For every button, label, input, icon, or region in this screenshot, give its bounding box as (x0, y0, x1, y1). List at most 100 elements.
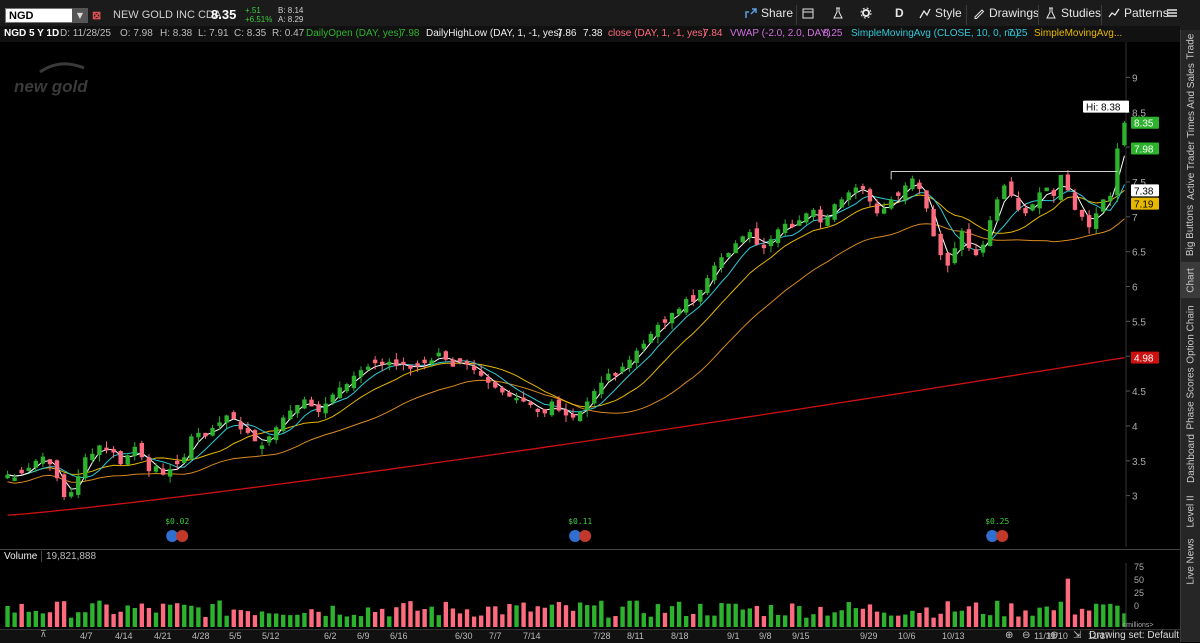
patterns-button[interactable]: Patterns (1108, 6, 1169, 24)
aggregation-button[interactable]: D (895, 6, 904, 24)
candle-body (111, 448, 116, 453)
volume-bar (775, 614, 781, 627)
volume-bar (577, 602, 583, 627)
candle-body (1072, 192, 1078, 210)
change-value: +.51 (245, 6, 261, 15)
dock-tab-option-chain[interactable]: Option Chain (1181, 304, 1200, 364)
volume-bar (634, 600, 639, 627)
volume-header: Volume 19,821,888 (0, 549, 1180, 564)
candle-body (337, 387, 342, 399)
study-daily-highlow[interactable]: DailyHighLow (DAY, 1, -1, yes) (426, 28, 562, 39)
dock-tab-label: Big Buttons (1185, 204, 1197, 256)
candle-body (549, 401, 555, 416)
candle-body (1086, 215, 1092, 228)
volume-bar (797, 606, 802, 627)
date-tick-label: 7/7 (489, 631, 502, 641)
volume-bar (549, 604, 555, 627)
share-icon (745, 8, 757, 18)
settings-button[interactable] (860, 6, 876, 24)
studies-button[interactable]: Studies (1045, 6, 1101, 24)
candle-body (867, 189, 873, 202)
alert-icon[interactable]: ⊠ (92, 9, 101, 22)
style-button[interactable]: Style (919, 6, 962, 24)
dock-tab-dashboard[interactable]: Dashboard (1181, 432, 1200, 484)
volume-bar (924, 607, 929, 627)
study-sma-second[interactable]: SimpleMovingAvg... (1034, 28, 1122, 39)
candle-body (288, 410, 293, 420)
volume-bar (210, 604, 215, 627)
dividend-label: $0.11 (568, 517, 592, 526)
volume-bar (1044, 606, 1049, 627)
candle-body (938, 233, 943, 256)
study-sma10[interactable]: SimpleMovingAvg (CLOSE, 10, 0, no) (851, 28, 1019, 39)
zoom-in-icon[interactable]: ⊕ (1005, 630, 1013, 641)
sma-10-line (7, 184, 1125, 479)
bid-ask: B: 8.14 A: 8.29 (278, 6, 303, 24)
scroll-left-icon[interactable]: ⊼ (40, 630, 47, 640)
dock-tab-times-and-sales[interactable]: Times And Sales (1181, 63, 1200, 138)
candle-body (747, 232, 752, 238)
candle-body (563, 409, 569, 416)
candle-body (175, 460, 180, 465)
share-button[interactable]: Share (745, 6, 793, 24)
zoom-out-icon[interactable]: ⊖ (1022, 630, 1030, 641)
candle-body (217, 422, 222, 426)
candle-body (90, 453, 95, 461)
drawings-label: Drawings (989, 6, 1040, 20)
dock-tab-chart[interactable]: Chart (1181, 262, 1200, 298)
dock-tab-phase-scores[interactable]: Phase Scores (1181, 367, 1200, 429)
candle-body (281, 417, 286, 431)
price-chart[interactable]: new gold $0.02$0.11$0.25 33.544.555.566.… (0, 42, 1180, 547)
candle-body (259, 445, 265, 449)
volume-bar (125, 605, 130, 627)
candle-body (768, 239, 774, 247)
dock-tab-live-news[interactable]: Live News (1181, 538, 1200, 584)
volume-bar (54, 601, 60, 627)
candle-body (676, 308, 682, 315)
calendar-button[interactable] (802, 6, 818, 24)
drawings-button[interactable]: Drawings (973, 6, 1039, 24)
candle-body (203, 432, 208, 437)
volume-tick-label: 50 (1134, 575, 1144, 585)
volume-bar (288, 615, 293, 627)
patterns-label: Patterns (1124, 6, 1169, 20)
earnings-marker-icon (579, 530, 592, 542)
volume-bar (804, 617, 809, 627)
candle-body (97, 445, 102, 456)
volume-bar (1101, 604, 1106, 627)
flask-button[interactable] (832, 6, 848, 24)
study-daily-open[interactable]: DailyOpen (DAY, yes) (306, 28, 402, 39)
dock-tab-label: Trade (1185, 33, 1197, 59)
study-close[interactable]: close (DAY, 1, -1, yes) (608, 28, 706, 39)
volume-bar (761, 616, 767, 627)
volume-bar (83, 612, 88, 627)
candle-body (987, 220, 993, 246)
expand-icon[interactable]: ⇲ (1073, 630, 1081, 641)
volume-bar (132, 607, 137, 627)
menu-button[interactable] (1166, 6, 1182, 24)
date-tick-label: 4/28 (192, 631, 210, 641)
study-vwap[interactable]: VWAP (-2.0, 2.0, DAY) (730, 28, 830, 39)
volume-bar (987, 615, 993, 627)
candle-body (839, 199, 844, 208)
annotations: $0.02 $0.11 $0.25 (165, 171, 1118, 542)
dock-tab-big-buttons[interactable]: Big Buttons (1181, 204, 1200, 256)
price-bubbles: Hi: 8.38 8.35 7.98 7.38 7.19 4.98 (1083, 100, 1159, 365)
separator (1038, 5, 1039, 25)
candle-body (959, 230, 965, 250)
chart-label[interactable]: NGD 5 Y 1D (4, 28, 59, 39)
candle-body (507, 392, 512, 397)
volume-bar (295, 614, 300, 627)
volume-bar (698, 603, 703, 627)
volume-bar (945, 601, 950, 627)
volume-bar (478, 615, 484, 627)
drawing-set-label[interactable]: Drawing set: Default (1089, 630, 1179, 641)
dock-tab-active-trader[interactable]: Active Trader (1181, 141, 1200, 200)
dock-tab-trade[interactable]: Trade (1181, 33, 1200, 59)
symbol-dropdown-icon[interactable]: ▼ (72, 8, 88, 23)
volume-bar (754, 605, 760, 627)
crosshair-icon[interactable]: ⊕ (1050, 630, 1058, 641)
volume-tick-label: 25 (1134, 588, 1144, 598)
volume-chart[interactable]: 75 50 25 0 <millions> (0, 563, 1180, 630)
dock-tab-level-ii[interactable]: Level II (1181, 490, 1200, 532)
